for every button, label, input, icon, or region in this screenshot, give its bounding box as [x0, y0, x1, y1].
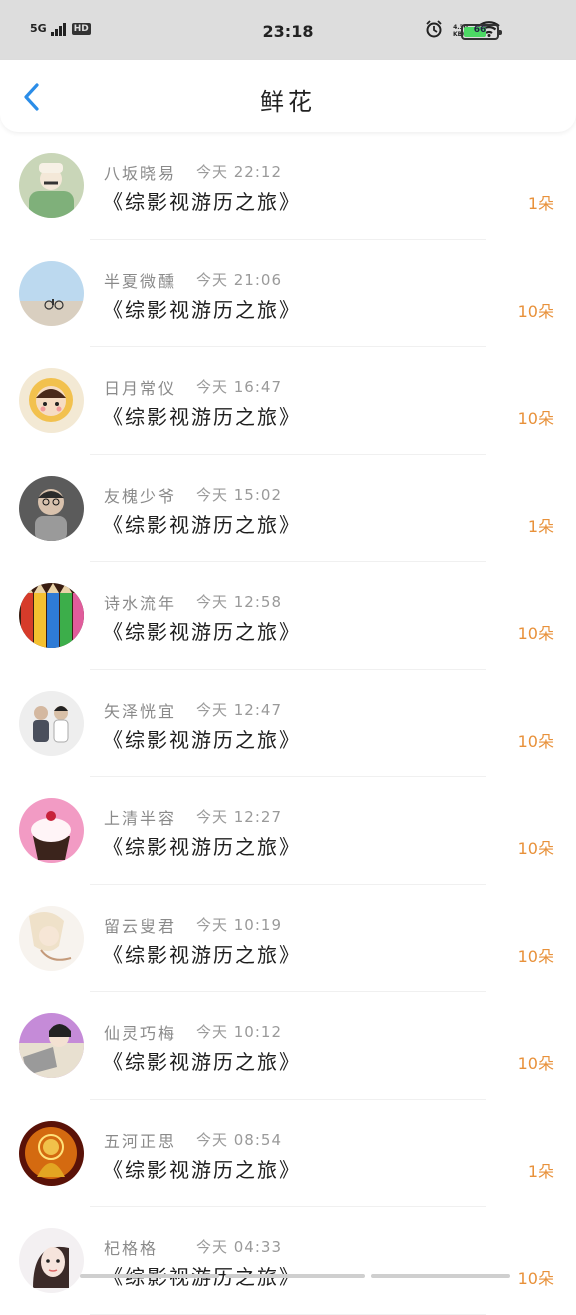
list-item[interactable]: 诗水流年 今天 12:58 《综影视游历之旅》 10朵 — [0, 562, 576, 670]
avatar[interactable] — [19, 260, 84, 326]
gift-time: 今天 16:47 — [196, 378, 282, 396]
gift-time: 今天 21:06 — [196, 270, 282, 289]
gift-time: 今天 12:27 — [196, 808, 282, 826]
flower-count: 10朵 — [517, 624, 554, 643]
flower-count: 10朵 — [517, 839, 554, 858]
gift-time: 今天 15:02 — [196, 485, 282, 504]
avatar[interactable] — [19, 1013, 84, 1078]
list-item[interactable]: 仙灵巧梅 今天 10:12 《综影视游历之旅》 10朵 — [0, 992, 576, 1100]
flower-count: 10朵 — [517, 946, 554, 966]
avatar[interactable] — [19, 153, 84, 218]
list-item[interactable]: 留云叟君 今天 10:19 《综影视游历之旅》 10朵 — [0, 885, 576, 992]
flower-list: 八坂晓易 今天 22:12 《综影视游历之旅》 1朵 半夏微醺 今天 21:06 《综影视游… — [0, 132, 576, 1315]
book-title: 《综影视游历之旅》 — [103, 727, 301, 752]
avatar[interactable] — [19, 905, 84, 971]
avatar[interactable] — [19, 583, 84, 648]
alarm-icon — [425, 20, 443, 42]
book-title: 《综影视游历之旅》 — [103, 835, 301, 859]
divider — [90, 1313, 486, 1315]
gift-time: 今天 04:33 — [196, 1238, 282, 1256]
flower-count: 10朵 — [517, 731, 554, 751]
user-name: 矢泽恍宜 — [104, 701, 177, 721]
list-item[interactable]: 上清半容 今天 12:27 《综影视游历之旅》 10朵 — [0, 777, 576, 885]
user-name: 五河正思 — [104, 1131, 177, 1151]
list-item[interactable]: 友槐少爷 今天 15:02 《综影视游历之旅》 1朵 — [0, 455, 576, 562]
battery-icon: 66 — [461, 24, 502, 40]
book-title: 《综影视游历之旅》 — [103, 620, 301, 644]
gift-time: 今天 10:19 — [196, 915, 282, 934]
list-item[interactable]: 五河正思 今天 08:54 《综影视游历之旅》 1朵 — [0, 1100, 576, 1207]
list-item[interactable]: 半夏微醺 今天 21:06 《综影视游历之旅》 10朵 — [0, 240, 576, 347]
flower-count: 1朵 — [527, 194, 554, 213]
flower-count: 1朵 — [527, 1161, 554, 1181]
status-bar: 5G HD 23:18 4.30 KB/s 66 — [0, 0, 576, 60]
flower-count: 10朵 — [517, 1269, 554, 1288]
page-title: 鲜花 — [260, 88, 316, 116]
book-title: 《综影视游历之旅》 — [103, 1157, 301, 1182]
user-name: 留云叟君 — [104, 916, 177, 936]
gift-time: 今天 22:12 — [196, 163, 282, 181]
user-name: 上清半容 — [104, 809, 177, 828]
user-name: 杞格格 — [104, 1239, 159, 1258]
list-item[interactable]: 日月常仪 今天 16:47 《综影视游历之旅》 10朵 — [0, 347, 576, 455]
avatar[interactable] — [19, 690, 84, 756]
gift-time: 今天 08:54 — [196, 1130, 282, 1149]
user-name: 日月常仪 — [104, 379, 177, 398]
list-item[interactable]: 八坂晓易 今天 22:12 《综影视游历之旅》 1朵 — [0, 132, 576, 240]
user-name: 半夏微醺 — [104, 271, 177, 291]
book-title: 《综影视游历之旅》 — [103, 942, 301, 967]
user-name: 八坂晓易 — [104, 164, 177, 183]
flower-count: 10朵 — [517, 409, 554, 428]
book-title: 《综影视游历之旅》 — [103, 190, 301, 214]
flower-count: 10朵 — [517, 1054, 554, 1073]
book-title: 《综影视游历之旅》 — [103, 1050, 301, 1074]
nav-bar: 鲜花 — [0, 60, 576, 132]
avatar[interactable] — [19, 368, 84, 433]
bottom-scroll-indicator — [80, 1274, 510, 1278]
gift-time: 今天 12:47 — [196, 700, 282, 719]
book-title: 《综影视游历之旅》 — [103, 512, 301, 537]
book-title: 《综影视游历之旅》 — [103, 405, 301, 429]
avatar[interactable] — [19, 1120, 84, 1186]
avatar[interactable] — [19, 1228, 84, 1293]
flower-count: 10朵 — [517, 301, 554, 321]
gift-time: 今天 12:58 — [196, 593, 282, 611]
user-name: 诗水流年 — [104, 594, 177, 613]
user-name: 友槐少爷 — [104, 486, 177, 506]
avatar[interactable] — [19, 798, 84, 863]
flower-count: 1朵 — [527, 516, 554, 536]
avatar[interactable] — [19, 475, 84, 541]
gift-time: 今天 10:12 — [196, 1023, 282, 1041]
list-item[interactable]: 杞格格今天 04:33《综影视游历之旅》10朵 — [0, 1207, 576, 1315]
book-title: 《综影视游历之旅》 — [103, 297, 301, 322]
list-item[interactable]: 矢泽恍宜 今天 12:47 《综影视游历之旅》 10朵 — [0, 670, 576, 777]
battery-percent: 66 — [473, 25, 487, 35]
user-name: 仙灵巧梅 — [104, 1024, 177, 1043]
